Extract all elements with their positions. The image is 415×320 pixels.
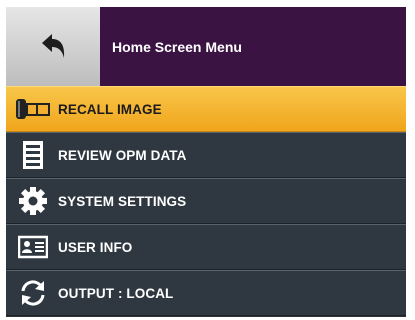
menu-item-label: OUTPUT : LOCAL: [58, 285, 174, 301]
document-list-icon: [15, 139, 51, 171]
page-title: Home Screen Menu: [112, 38, 242, 55]
title-bar: Home Screen Menu: [100, 7, 406, 86]
sync-arrows-icon: [15, 277, 51, 309]
back-button[interactable]: [6, 7, 100, 87]
menu-item-label: USER INFO: [58, 239, 133, 255]
menu-item-recall-image[interactable]: RECALL IMAGE: [6, 86, 406, 132]
gear-icon: [15, 185, 51, 217]
menu-list: RECALL IMAGE REVIEW OPM DATA SYSTEM SETT…: [6, 86, 406, 316]
film-strip-icon: [15, 93, 51, 125]
menu-item-label: RECALL IMAGE: [58, 101, 162, 117]
menu-item-output-local[interactable]: OUTPUT : LOCAL: [6, 270, 406, 316]
back-arrow-icon: [42, 33, 65, 58]
menu-item-label: REVIEW OPM DATA: [58, 147, 187, 163]
menu-item-label: SYSTEM SETTINGS: [58, 193, 187, 209]
menu-item-user-info[interactable]: USER INFO: [6, 224, 406, 270]
menu-item-system-settings[interactable]: SYSTEM SETTINGS: [6, 178, 406, 224]
id-card-icon: [15, 231, 51, 263]
menu-item-review-opm-data[interactable]: REVIEW OPM DATA: [6, 132, 406, 178]
home-screen-menu: Home Screen Menu RECALL IMAGE REVIEW OPM…: [6, 7, 406, 317]
header: Home Screen Menu: [6, 7, 406, 87]
